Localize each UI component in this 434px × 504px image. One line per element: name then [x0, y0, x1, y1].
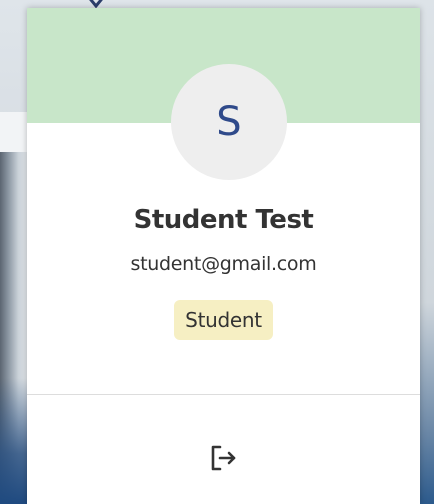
divider	[27, 394, 420, 395]
background-right-panel	[420, 0, 434, 504]
avatar: S	[171, 64, 287, 180]
role-badge-container: Student	[27, 300, 420, 340]
background-left-shadow	[0, 378, 28, 504]
role-badge: Student	[174, 300, 273, 340]
user-name: Student Test	[133, 205, 314, 235]
profile-card: S Student Test student@gmail.com Student	[27, 8, 420, 504]
logout-button[interactable]	[193, 428, 253, 488]
logout-icon	[211, 445, 236, 471]
avatar-initial: S	[216, 99, 242, 145]
user-email: student@gmail.com	[130, 253, 317, 275]
